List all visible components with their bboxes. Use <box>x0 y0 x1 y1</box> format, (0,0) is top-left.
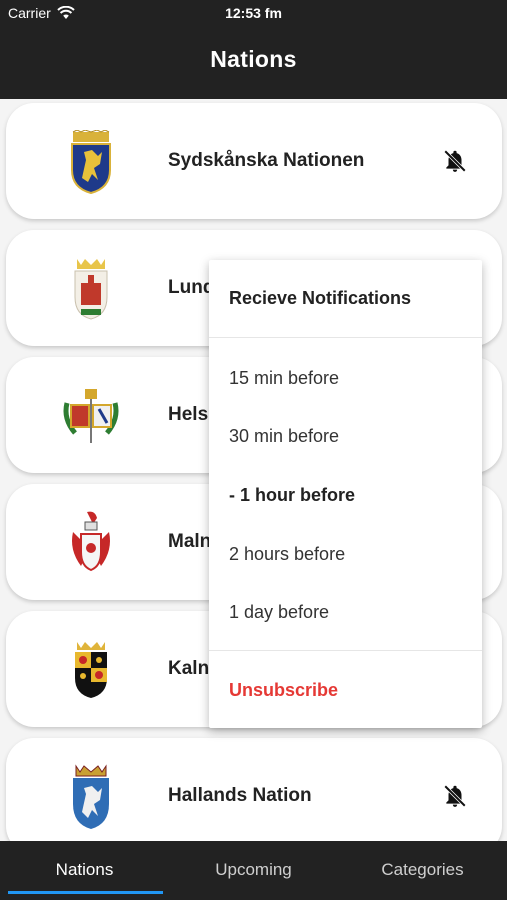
nation-crest <box>56 381 126 451</box>
menu-option-1-day[interactable]: 1 day before <box>229 602 329 623</box>
page-title: Nations <box>210 46 297 72</box>
nation-name: Hallands Nation <box>168 785 312 806</box>
menu-option-15-min[interactable]: 15 min before <box>229 368 339 389</box>
nation-crest <box>56 508 126 578</box>
unsubscribe-button[interactable]: Unsubscribe <box>229 680 338 701</box>
nation-name: Maln <box>168 531 212 552</box>
menu-option-30-min[interactable]: 30 min before <box>229 426 339 447</box>
menu-option-2-hours[interactable]: 2 hours before <box>229 544 345 565</box>
nation-crest <box>56 635 126 705</box>
crest-mantled-icon <box>72 511 110 572</box>
notifications-off-icon[interactable] <box>442 783 468 809</box>
menu-option-1-hour[interactable]: - 1 hour before <box>229 485 355 506</box>
nation-name: Lund <box>168 277 215 298</box>
nation-name: Kaln <box>168 658 210 679</box>
crest-griffin-icon <box>71 130 111 194</box>
tab-categories[interactable]: Categories <box>338 841 507 900</box>
nation-card[interactable]: Sydskånska Nationen <box>6 103 502 219</box>
menu-divider <box>209 650 482 651</box>
crest-lion-icon <box>73 764 109 829</box>
app-bar: Nations <box>0 26 507 99</box>
tab-upcoming[interactable]: Upcoming <box>169 841 338 900</box>
crest-wreath-icon <box>63 389 119 443</box>
nation-name: Sydskånska Nationen <box>168 150 365 171</box>
notification-menu: Recieve Notifications 15 min before 30 m… <box>209 260 482 728</box>
nation-crest <box>56 127 126 197</box>
nation-name: Hels <box>168 404 209 425</box>
nation-list[interactable]: Sydskånska Nationen Lund Hels Maln Kaln … <box>0 99 507 841</box>
notifications-off-icon[interactable] <box>442 148 468 174</box>
crest-quartered-icon <box>75 642 107 698</box>
nation-crest <box>56 762 126 832</box>
crest-castle-icon <box>74 259 108 320</box>
menu-title: Recieve Notifications <box>209 260 482 338</box>
nation-card[interactable]: Hallands Nation <box>6 738 502 841</box>
nation-crest <box>56 254 126 324</box>
status-bar: Carrier 12:53 fm <box>0 0 507 26</box>
tab-nations[interactable]: Nations <box>0 841 169 900</box>
status-time: 12:53 fm <box>225 5 282 21</box>
bottom-tab-bar: Nations Upcoming Categories <box>0 841 507 900</box>
